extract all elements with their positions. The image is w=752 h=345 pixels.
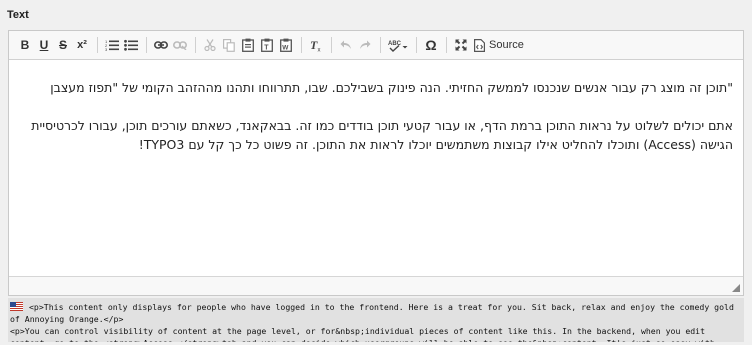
- special-char-button[interactable]: Ω: [422, 34, 440, 56]
- clipboard-text-icon: T: [261, 38, 273, 52]
- toolbar-separator: [416, 37, 417, 53]
- editor-content-area[interactable]: "תוכן זה מוצג רק עבור אנשים שנכנסו לממשק…: [9, 60, 743, 276]
- editor-toolbar: B U S x² 123 T W T x ABC Ω Source: [9, 31, 743, 60]
- bulleted-list-button[interactable]: [122, 34, 140, 56]
- svg-text:x: x: [318, 48, 321, 53]
- clipboard-word-icon: W: [280, 38, 292, 52]
- undo-button[interactable]: [337, 34, 355, 56]
- source-button[interactable]: Source: [471, 34, 527, 56]
- maximize-icon: [455, 39, 467, 51]
- unlink-button[interactable]: [171, 34, 189, 56]
- preview-line: <p>You can control visibility of content…: [10, 326, 715, 342]
- link-button[interactable]: [152, 34, 170, 56]
- remove-format-button[interactable]: Tx: [307, 34, 325, 56]
- superscript-icon: x²: [77, 39, 87, 51]
- numbered-list-button[interactable]: 123: [103, 34, 121, 56]
- remove-format-icon: Tx: [310, 38, 321, 53]
- unlink-icon: [173, 41, 187, 50]
- maximize-button[interactable]: [452, 34, 470, 56]
- content-paragraph: אתם יכולים לשלוט על נראות התוכן ברמת הדף…: [31, 118, 733, 152]
- strikethrough-button[interactable]: S: [54, 34, 72, 56]
- underline-icon: U: [39, 38, 49, 52]
- bulleted-list-icon: [124, 39, 138, 51]
- svg-text:3: 3: [105, 47, 108, 51]
- field-label: Text: [7, 9, 29, 21]
- copy-button[interactable]: [220, 34, 238, 56]
- bold-icon: B: [20, 38, 30, 52]
- toolbar-separator: [301, 37, 302, 53]
- svg-text:ABC: ABC: [388, 41, 402, 47]
- paste-text-button[interactable]: T: [258, 34, 276, 56]
- toolbar-separator: [97, 37, 98, 53]
- undo-icon: [340, 40, 351, 49]
- toolbar-separator: [446, 37, 447, 53]
- toolbar-separator: [195, 37, 196, 53]
- cut-button[interactable]: [201, 34, 219, 56]
- bold-button[interactable]: B: [16, 34, 34, 56]
- strikethrough-icon: S: [58, 38, 67, 52]
- redo-button[interactable]: [356, 34, 374, 56]
- clipboard-icon: [242, 38, 254, 52]
- redo-icon: [360, 40, 371, 49]
- content-paragraph: "תוכן זה מוצג רק עבור אנשים שנכנסו לממשק…: [50, 80, 733, 95]
- spellcheck-icon: ABC: [388, 41, 408, 52]
- source-icon: [474, 38, 485, 52]
- omega-icon: Ω: [425, 37, 437, 53]
- toolbar-separator: [380, 37, 381, 53]
- spellcheck-button[interactable]: ABC: [386, 34, 410, 56]
- preview-line: <p>This content only displays for people…: [10, 302, 734, 324]
- superscript-button[interactable]: x²: [73, 34, 91, 56]
- link-icon: [154, 41, 168, 49]
- resize-handle-icon[interactable]: [732, 284, 740, 292]
- svg-text:T: T: [264, 45, 269, 52]
- rich-text-editor: B U S x² 123 T W T x ABC Ω Source "תוכן …: [8, 30, 744, 296]
- copy-icon: [223, 38, 235, 52]
- source-preview: <p>This content only displays for people…: [8, 298, 744, 342]
- toolbar-separator: [331, 37, 332, 53]
- svg-text:W: W: [282, 45, 289, 52]
- underline-button[interactable]: U: [35, 34, 53, 56]
- us-flag-icon: [10, 302, 23, 311]
- scissors-icon: [204, 39, 216, 51]
- editor-statusbar: [9, 276, 743, 295]
- source-button-label: Source: [489, 39, 524, 51]
- toolbar-separator: [146, 37, 147, 53]
- paste-button[interactable]: [239, 34, 257, 56]
- numbered-list-icon: 123: [105, 39, 119, 51]
- paste-word-button[interactable]: W: [277, 34, 295, 56]
